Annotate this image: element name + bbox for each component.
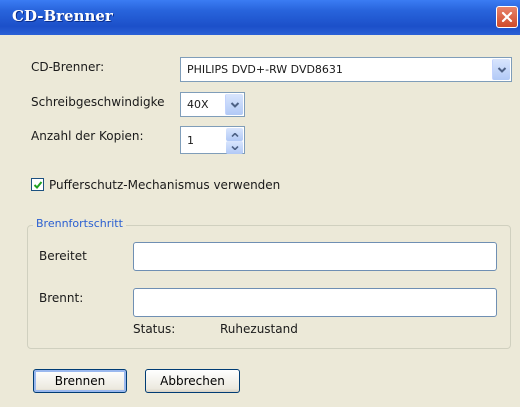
status-value: Ruhezustand <box>220 322 298 336</box>
close-button[interactable] <box>496 6 518 28</box>
copies-spinner[interactable]: 1 <box>180 126 245 154</box>
chevron-up-icon <box>231 132 238 137</box>
progress-group-title: Brennfortschritt <box>33 217 126 230</box>
burning-label: Brennt: <box>39 291 84 305</box>
burner-select[interactable]: PHILIPS DVD+-RW DVD8631 <box>180 57 512 82</box>
burning-progress-bar <box>133 288 497 317</box>
window-title: CD-Brenner <box>12 7 113 25</box>
burner-dropdown-button[interactable] <box>492 59 510 80</box>
prepared-label: Bereitet <box>39 249 87 263</box>
speed-dropdown-button[interactable] <box>225 94 243 115</box>
title-bar[interactable]: CD-Brenner <box>0 0 520 35</box>
checkmark-icon <box>33 181 43 189</box>
prepared-progress-bar <box>133 242 497 271</box>
cancel-button[interactable]: Abbrechen <box>145 369 240 393</box>
speed-label: Schreibgeschwindigke <box>31 95 165 109</box>
speed-select[interactable]: 40X <box>180 92 245 117</box>
speed-value: 40X <box>187 98 209 111</box>
buffer-label[interactable]: Pufferschutz-Mechanismus verwenden <box>49 178 280 192</box>
spin-down-button[interactable] <box>226 141 243 154</box>
burn-button[interactable]: Brennen <box>33 369 127 393</box>
status-label: Status: <box>133 322 176 336</box>
burner-value: PHILIPS DVD+-RW DVD8631 <box>187 63 343 76</box>
chevron-down-icon <box>231 145 238 150</box>
chevron-down-icon <box>497 66 506 73</box>
chevron-down-icon <box>230 101 239 108</box>
burner-label: CD-Brenner: <box>31 60 105 74</box>
spin-up-button[interactable] <box>226 128 243 141</box>
copies-value: 1 <box>187 133 194 147</box>
buffer-checkbox[interactable] <box>31 178 44 191</box>
copies-label: Anzahl der Kopien: <box>31 129 144 143</box>
close-icon <box>501 11 513 23</box>
